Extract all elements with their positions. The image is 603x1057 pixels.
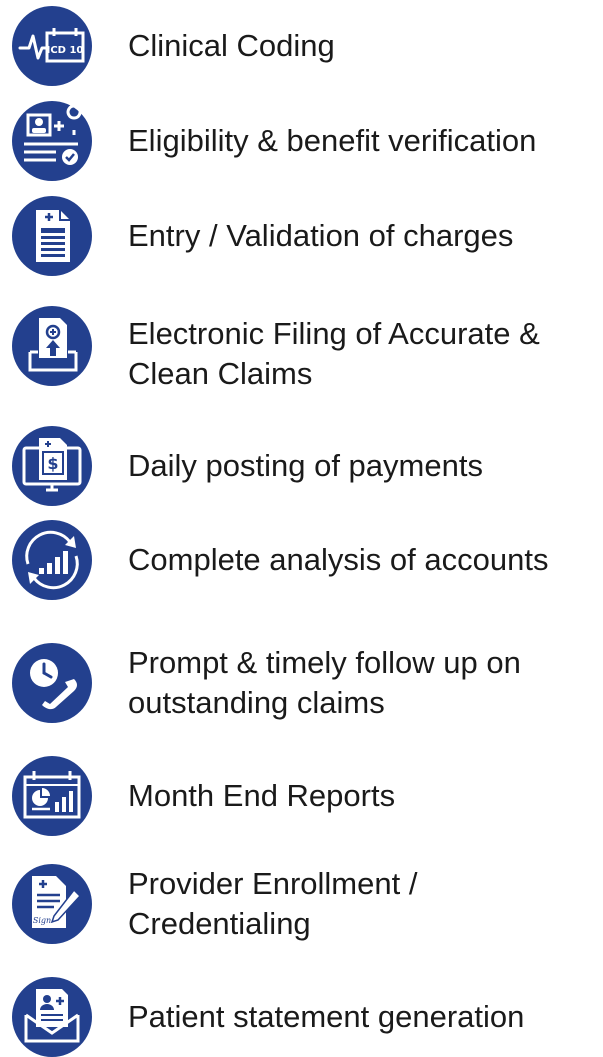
claim-upload-icon: [12, 306, 92, 386]
service-item-electronic-filing: Electronic Filing of Accurate & Clean Cl…: [0, 306, 603, 391]
service-item-follow-up: Prompt & timely follow up on outstanding…: [0, 643, 603, 723]
svg-text:$: $: [47, 454, 58, 473]
payment-monitor-icon: $: [12, 426, 92, 506]
eligibility-check-icon: [12, 101, 92, 181]
signed-form-icon: Sign: [12, 864, 92, 944]
svg-text:Sign: Sign: [33, 916, 51, 925]
clock-phone-icon: [12, 643, 92, 723]
service-label: Complete analysis of accounts: [128, 542, 549, 577]
service-item-patient-statement: Patient statement generation: [0, 977, 603, 1057]
service-item-payment-posting: $ Daily posting of payments: [0, 426, 603, 506]
service-label: Electronic Filing of Accurate & Clean Cl…: [128, 316, 540, 391]
service-label: Provider Enrollment / Credentialing: [128, 866, 418, 941]
service-label: Eligibility & benefit verification: [128, 123, 537, 158]
service-label: Entry / Validation of charges: [128, 218, 514, 253]
patient-statement-icon: [12, 977, 92, 1057]
service-label: Clinical Coding: [128, 28, 335, 63]
service-item-eligibility: Eligibility & benefit verification: [0, 101, 603, 181]
service-label: Prompt & timely follow up on outstanding…: [128, 645, 521, 720]
analysis-cycle-icon: [12, 520, 92, 600]
service-label: Month End Reports: [128, 778, 396, 813]
service-item-account-analysis: Complete analysis of accounts: [0, 520, 603, 600]
icd10-heartbeat-icon: ICD 10: [12, 6, 92, 86]
services-list: ICD 10 Clinical Coding Eligibility & ben…: [0, 0, 603, 1057]
service-label: Patient statement generation: [128, 999, 525, 1034]
charge-document-icon: [12, 196, 92, 276]
svg-text:ICD 10: ICD 10: [47, 45, 84, 56]
service-item-month-end-reports: Month End Reports: [0, 756, 603, 836]
service-item-charge-entry: Entry / Validation of charges: [0, 196, 603, 276]
service-item-provider-enrollment: Sign Provider Enrollment / Credentialing: [0, 864, 603, 944]
report-calendar-icon: [12, 756, 92, 836]
service-item-clinical-coding: ICD 10 Clinical Coding: [0, 6, 603, 86]
service-label: Daily posting of payments: [128, 448, 483, 483]
